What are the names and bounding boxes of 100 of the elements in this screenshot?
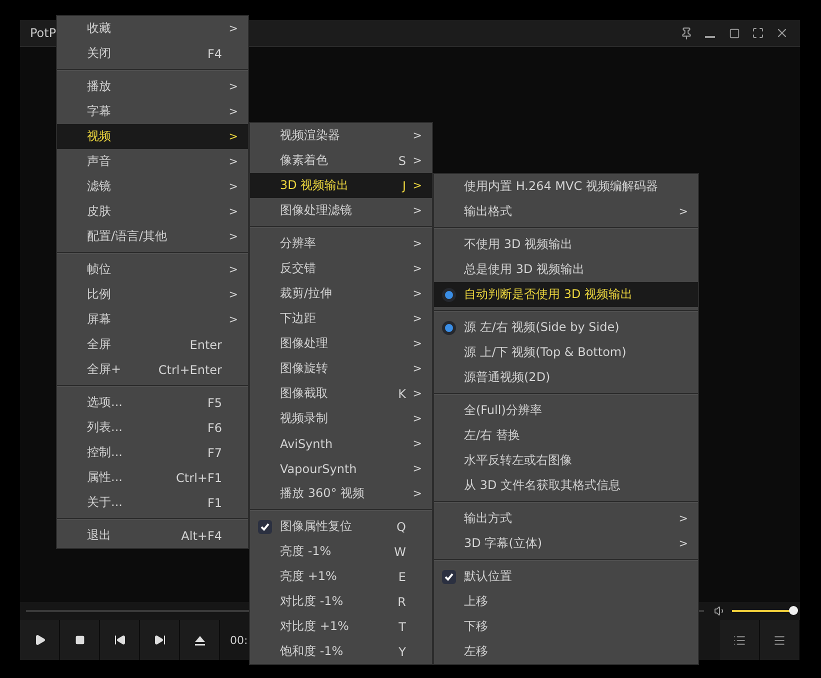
menu-item[interactable]: 水平反转左或右图像 bbox=[434, 448, 698, 473]
menu-item[interactable]: 关于... F1 bbox=[57, 490, 248, 515]
menu-item[interactable]: 下边距 > bbox=[250, 306, 432, 331]
menu-item[interactable]: 退出 Alt+F4 bbox=[57, 523, 248, 548]
menu-item[interactable]: 全屏+ Ctrl+Enter bbox=[57, 357, 248, 382]
menu-item[interactable]: 属性... Ctrl+F1 bbox=[57, 465, 248, 490]
menu-item[interactable]: 全(Full)分辨率 bbox=[434, 398, 698, 423]
menu-item[interactable]: 滤镜 > bbox=[57, 174, 248, 199]
menu-item[interactable]: 源普通视频(2D) bbox=[434, 365, 698, 390]
menu-item[interactable]: 列表... F6 bbox=[57, 415, 248, 440]
menu-item[interactable]: 比例 > bbox=[57, 282, 248, 307]
menu-label: 字幕 bbox=[87, 103, 112, 120]
menu-item[interactable]: 饱和度 -1% Y bbox=[250, 639, 432, 664]
menu-item[interactable]: 图像处理 > bbox=[250, 331, 432, 356]
submenu-arrow: > bbox=[412, 179, 422, 192]
menu-label: 控制... bbox=[87, 444, 124, 461]
menu-item[interactable]: 屏幕 > bbox=[57, 307, 248, 332]
menu-item[interactable]: 图像属性复位 Q bbox=[250, 514, 432, 539]
play-button[interactable] bbox=[20, 620, 60, 660]
menu-label: 从 3D 文件名获取其格式信息 bbox=[464, 477, 622, 494]
submenu-arrow: > bbox=[228, 180, 238, 193]
menu-item[interactable]: 帧位 > bbox=[57, 257, 248, 282]
menu-item[interactable]: 总是使用 3D 视频输出 bbox=[434, 257, 698, 282]
menu-item[interactable]: 图像处理滤镜 > bbox=[250, 198, 432, 223]
menu-label: 图像截取 bbox=[280, 385, 329, 402]
menu-item[interactable]: 下移 bbox=[434, 614, 698, 639]
menu-label: VapourSynth bbox=[280, 462, 358, 476]
menu-button[interactable] bbox=[760, 620, 800, 660]
submenu-arrow: > bbox=[228, 105, 238, 118]
menu-item[interactable]: 源 左/右 视频(Side by Side) bbox=[434, 315, 698, 340]
stop-button[interactable] bbox=[60, 620, 100, 660]
submenu-arrow: > bbox=[228, 155, 238, 168]
pin-icon bbox=[680, 26, 692, 40]
menu-item[interactable]: VapourSynth > bbox=[250, 456, 432, 481]
menu-item[interactable]: 全屏 Enter bbox=[57, 332, 248, 357]
menu-item[interactable]: 不使用 3D 视频输出 bbox=[434, 232, 698, 257]
menu-label: 图像属性复位 bbox=[280, 518, 353, 535]
menu-label: 全屏+ bbox=[87, 361, 122, 378]
menu-item[interactable]: 播放 360° 视频 > bbox=[250, 481, 432, 506]
menu-item[interactable]: 图像截取 K > bbox=[250, 381, 432, 406]
menu-item[interactable]: 裁剪/拉伸 > bbox=[250, 281, 432, 306]
menu-item[interactable]: 像素着色 S > bbox=[250, 148, 432, 173]
menu-item[interactable]: 从 3D 文件名获取其格式信息 bbox=[434, 473, 698, 498]
submenu-arrow: > bbox=[412, 262, 422, 275]
submenu-arrow: > bbox=[412, 462, 422, 475]
menu-label: 视频渲染器 bbox=[280, 127, 341, 144]
menu-item[interactable]: 左/右 替换 bbox=[434, 423, 698, 448]
menu-label: 收藏 bbox=[87, 20, 112, 37]
menu-label: 全屏 bbox=[87, 336, 112, 353]
submenu-arrow: > bbox=[228, 288, 238, 301]
menu-label: 图像处理滤镜 bbox=[280, 202, 353, 219]
menu-label: 对比度 -1% bbox=[280, 593, 344, 610]
shortcut-label: Q bbox=[396, 520, 406, 534]
menu-item[interactable]: 字幕 > bbox=[57, 99, 248, 124]
submenu-arrow: > bbox=[412, 312, 422, 325]
volume-icon[interactable] bbox=[714, 605, 726, 617]
submenu-arrow: > bbox=[678, 205, 688, 218]
menu-label: 滤镜 bbox=[87, 178, 112, 195]
menu-item[interactable]: 亮度 +1% E bbox=[250, 564, 432, 589]
shortcut-label: Alt+F4 bbox=[181, 528, 222, 542]
menu-item[interactable]: 3D 视频输出 J > bbox=[250, 173, 432, 198]
menu-item[interactable]: 默认位置 bbox=[434, 564, 698, 589]
menu-label: 图像处理 bbox=[280, 335, 329, 352]
menu-item[interactable]: 选项... F5 bbox=[57, 390, 248, 415]
menu-item[interactable]: 反交错 > bbox=[250, 256, 432, 281]
menu-item[interactable]: 输出方式 > bbox=[434, 506, 698, 531]
menu-item[interactable]: 源 上/下 视频(Top & Bottom) bbox=[434, 340, 698, 365]
menu-label: 对比度 +1% bbox=[280, 618, 350, 635]
menu-item[interactable]: AviSynth > bbox=[250, 431, 432, 456]
next-button[interactable] bbox=[140, 620, 180, 660]
eject-button[interactable] bbox=[180, 620, 220, 660]
menu-item[interactable]: 视频渲染器 > bbox=[250, 123, 432, 148]
window-title: PotP bbox=[30, 26, 56, 40]
menu-item[interactable]: 声音 > bbox=[57, 149, 248, 174]
minimize-icon bbox=[705, 36, 715, 38]
menu-item[interactable]: 对比度 +1% T bbox=[250, 614, 432, 639]
menu-label: 3D 视频输出 bbox=[280, 177, 350, 194]
menu-item[interactable]: 播放 > bbox=[57, 74, 248, 99]
menu-item[interactable]: 亮度 -1% W bbox=[250, 539, 432, 564]
menu-item[interactable]: 皮肤 > bbox=[57, 199, 248, 224]
submenu-arrow: > bbox=[228, 263, 238, 276]
menu-item[interactable]: 图像旋转 > bbox=[250, 356, 432, 381]
menu-item[interactable]: 视频录制 > bbox=[250, 406, 432, 431]
menu-item[interactable]: 3D 字幕(立体) > bbox=[434, 531, 698, 556]
submenu-arrow: > bbox=[228, 130, 238, 143]
menu-item[interactable]: 关闭 F4 bbox=[57, 41, 248, 66]
menu-label: 退出 bbox=[87, 527, 112, 544]
menu-item[interactable]: 视频 > bbox=[57, 124, 248, 149]
menu-item[interactable]: 收藏 > bbox=[57, 16, 248, 41]
menu-item[interactable]: 左移 bbox=[434, 639, 698, 664]
menu-item[interactable]: 对比度 -1% R bbox=[250, 589, 432, 614]
menu-item[interactable]: 控制... F7 bbox=[57, 440, 248, 465]
menu-item[interactable]: 分辨率 > bbox=[250, 231, 432, 256]
menu-item[interactable]: 输出格式 > bbox=[434, 199, 698, 224]
fullscreen-icon bbox=[752, 27, 764, 39]
menu-item[interactable]: 使用内置 H.264 MVC 视频编解码器 bbox=[434, 174, 698, 199]
menu-item[interactable]: 配置/语言/其他 > bbox=[57, 224, 248, 249]
menu-item[interactable]: 自动判断是否使用 3D 视频输出 bbox=[434, 282, 698, 307]
menu-item[interactable]: 上移 bbox=[434, 589, 698, 614]
previous-button[interactable] bbox=[100, 620, 140, 660]
